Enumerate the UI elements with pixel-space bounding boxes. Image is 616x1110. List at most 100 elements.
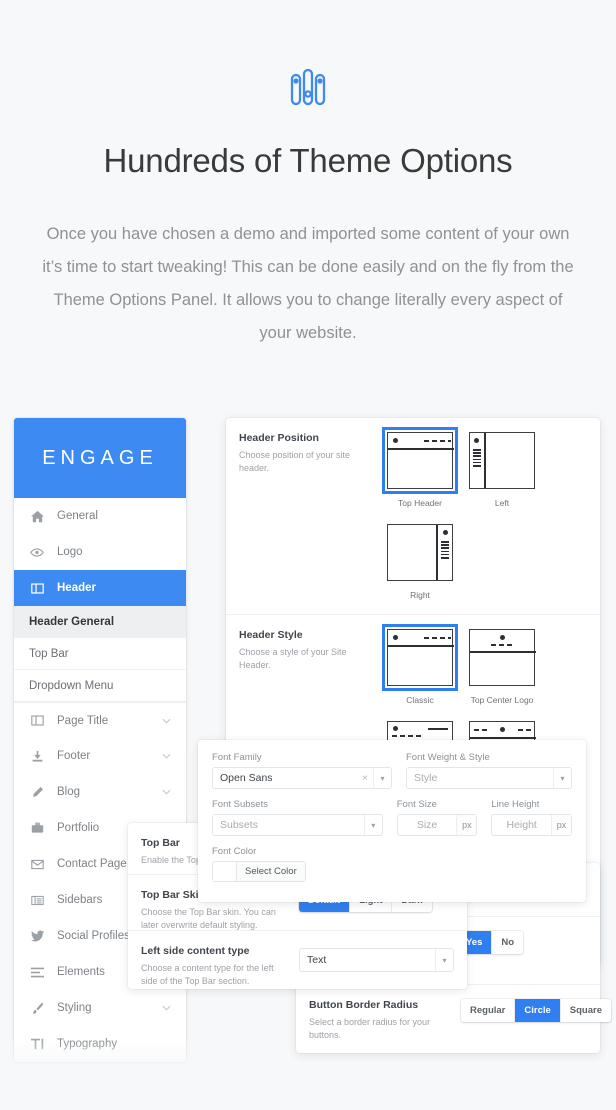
sidebar-subitem-label: Dropdown Menu: [29, 679, 114, 692]
choice-right[interactable]: Right: [387, 524, 453, 600]
setting-desc: Choose the Top Bar skin. You can later o…: [141, 907, 276, 930]
toggle-option-circle[interactable]: Circle: [515, 999, 561, 1022]
sidebar-item-header[interactable]: Header: [14, 570, 186, 606]
layout-icon: [30, 714, 44, 728]
font-subsets-label: Font Subsets: [212, 799, 268, 810]
eye-icon: [30, 545, 44, 559]
sidebar-subitem-top-bar[interactable]: Top Bar: [14, 638, 186, 670]
sidebar-item-label: Logo: [57, 546, 83, 558]
select-color-button[interactable]: Select Color: [212, 861, 306, 882]
sidebar-icon: [30, 893, 44, 907]
thumb-top-center-logo-icon: [469, 629, 536, 686]
sidebar-item-label: Styling: [57, 1002, 92, 1014]
sidebar-item-page-title[interactable]: Page Title: [14, 702, 186, 738]
choice-label: Left: [494, 498, 510, 508]
setting-desc: Select a border radius for your buttons.: [309, 1017, 431, 1040]
hero-paragraph: Once you have chosen a demo and imported…: [42, 225, 574, 342]
chevron-down-icon: ▾: [435, 949, 453, 971]
line-height-label: Line Height: [491, 799, 540, 810]
left-side-content-type-select[interactable]: Text ▾: [299, 948, 454, 972]
font-weight-placeholder: Style: [414, 772, 438, 784]
thumb-left-icon: [469, 432, 535, 489]
setting-title: Header Style: [239, 629, 303, 641]
theme-options-screenshot: ENGAGE General Logo Header Header Genera…: [0, 403, 616, 1083]
select-value: Text: [307, 954, 327, 966]
pencil-icon: [30, 785, 44, 799]
setting-desc: Choose a content type for the left side …: [141, 963, 274, 986]
choice-left[interactable]: Left: [469, 432, 535, 508]
font-color-label: Font Color: [212, 846, 257, 857]
setting-desc: Choose position of your site header.: [239, 450, 351, 473]
sliders-icon: [0, 62, 616, 112]
page-title: Hundreds of Theme Options: [103, 142, 513, 179]
setting-title: Header Position: [239, 432, 319, 444]
briefcase-icon: [30, 821, 44, 835]
font-family-label: Font Family: [212, 752, 262, 763]
header-position-choices: Top Header Left Right: [382, 427, 587, 600]
line-height-placeholder: Height: [506, 819, 537, 831]
sidebar-item-label: Header: [57, 582, 96, 594]
font-weight-select[interactable]: Style ▾: [406, 767, 572, 789]
sidebar-subitem-header-general[interactable]: Header General: [14, 606, 186, 638]
sidebar-item-label: General: [57, 510, 98, 522]
thumb-top-header-icon: [382, 427, 458, 494]
choice-top-center-logo[interactable]: Top Center Logo: [469, 629, 536, 705]
font-size-input[interactable]: Size px: [396, 814, 478, 836]
setting-title: Left side content type: [141, 945, 250, 957]
thumb-classic-icon: [382, 624, 458, 691]
layout-icon: [30, 581, 44, 595]
font-family-select[interactable]: Open Sans × ▾: [212, 767, 392, 789]
chevron-down-icon: ▾: [373, 768, 391, 788]
toggle-option-regular[interactable]: Regular: [461, 999, 516, 1022]
sidebar-item-logo[interactable]: Logo: [14, 534, 186, 570]
chevron-down-icon: ▾: [553, 768, 571, 788]
choice-label: Classic: [406, 695, 434, 705]
font-subsets-placeholder: Subsets: [220, 819, 258, 831]
twitter-icon: [30, 929, 44, 943]
chevron-down-icon: [162, 715, 171, 727]
sidebar-item-label: Page Title: [57, 714, 109, 727]
choice-label: Right: [410, 590, 430, 600]
hero-section: Hundreds of Theme Options Once you have …: [0, 0, 616, 350]
font-size-unit: px: [456, 815, 477, 835]
toggle-option-square[interactable]: Square: [560, 999, 611, 1022]
brand-text: ENGAGE: [42, 446, 158, 469]
font-family-value: Open Sans: [220, 772, 273, 784]
chevron-down-icon: [162, 786, 171, 798]
sidebar-item-label: Footer: [57, 750, 91, 762]
brush-icon: [30, 1001, 44, 1015]
choice-top-header[interactable]: Top Header: [382, 427, 458, 508]
line-height-input[interactable]: Height px: [491, 814, 572, 836]
font-subsets-select[interactable]: Subsets ▾: [212, 814, 383, 836]
setting-desc: Choose a style of your Site Header.: [239, 647, 347, 670]
sidebar-subitem-label: Header General: [29, 615, 115, 628]
sidebar-subitem-dropdown-menu[interactable]: Dropdown Menu: [14, 670, 186, 702]
font-size-placeholder: Size: [416, 819, 438, 831]
select-color-label: Select Color: [237, 862, 305, 881]
setting-row-header-position: Header Position Choose position of your …: [226, 418, 600, 615]
color-swatch[interactable]: [213, 862, 237, 881]
chevron-down-icon: [162, 1002, 171, 1014]
border-radius-toggle: Regular Circle Square: [461, 999, 611, 1022]
setting-row-button-border-radius: Button Border Radius Select a border rad…: [296, 985, 611, 1053]
sidebar-item-blog[interactable]: Blog: [14, 774, 186, 810]
chevron-down-icon: [162, 750, 171, 762]
sidebar-item-styling[interactable]: Styling: [14, 990, 186, 1026]
choice-label: Top Center Logo: [470, 695, 534, 705]
sidebar-item-general[interactable]: General: [14, 498, 186, 534]
choice-label: Top Header: [398, 498, 442, 508]
brand-logo: ENGAGE: [14, 418, 186, 498]
chevron-down-icon: ▾: [363, 815, 382, 835]
home-icon: [30, 509, 44, 523]
sidebar-subitem-label: Top Bar: [29, 647, 69, 660]
choice-classic[interactable]: Classic: [382, 624, 458, 705]
setting-title: Button Border Radius: [309, 999, 419, 1011]
toggle-option-no[interactable]: No: [492, 931, 524, 954]
typography-options-panel: Font Family Open Sans × ▾ Font Weight & …: [198, 740, 586, 902]
envelope-icon: [30, 857, 44, 871]
lines-icon: [30, 965, 44, 979]
setting-row-left-side-content-type: Left side content type Choose a content …: [128, 931, 467, 989]
sidebar-item-footer[interactable]: Footer: [14, 738, 186, 774]
clear-icon[interactable]: ×: [362, 768, 373, 788]
thumb-right-icon: [387, 524, 453, 581]
